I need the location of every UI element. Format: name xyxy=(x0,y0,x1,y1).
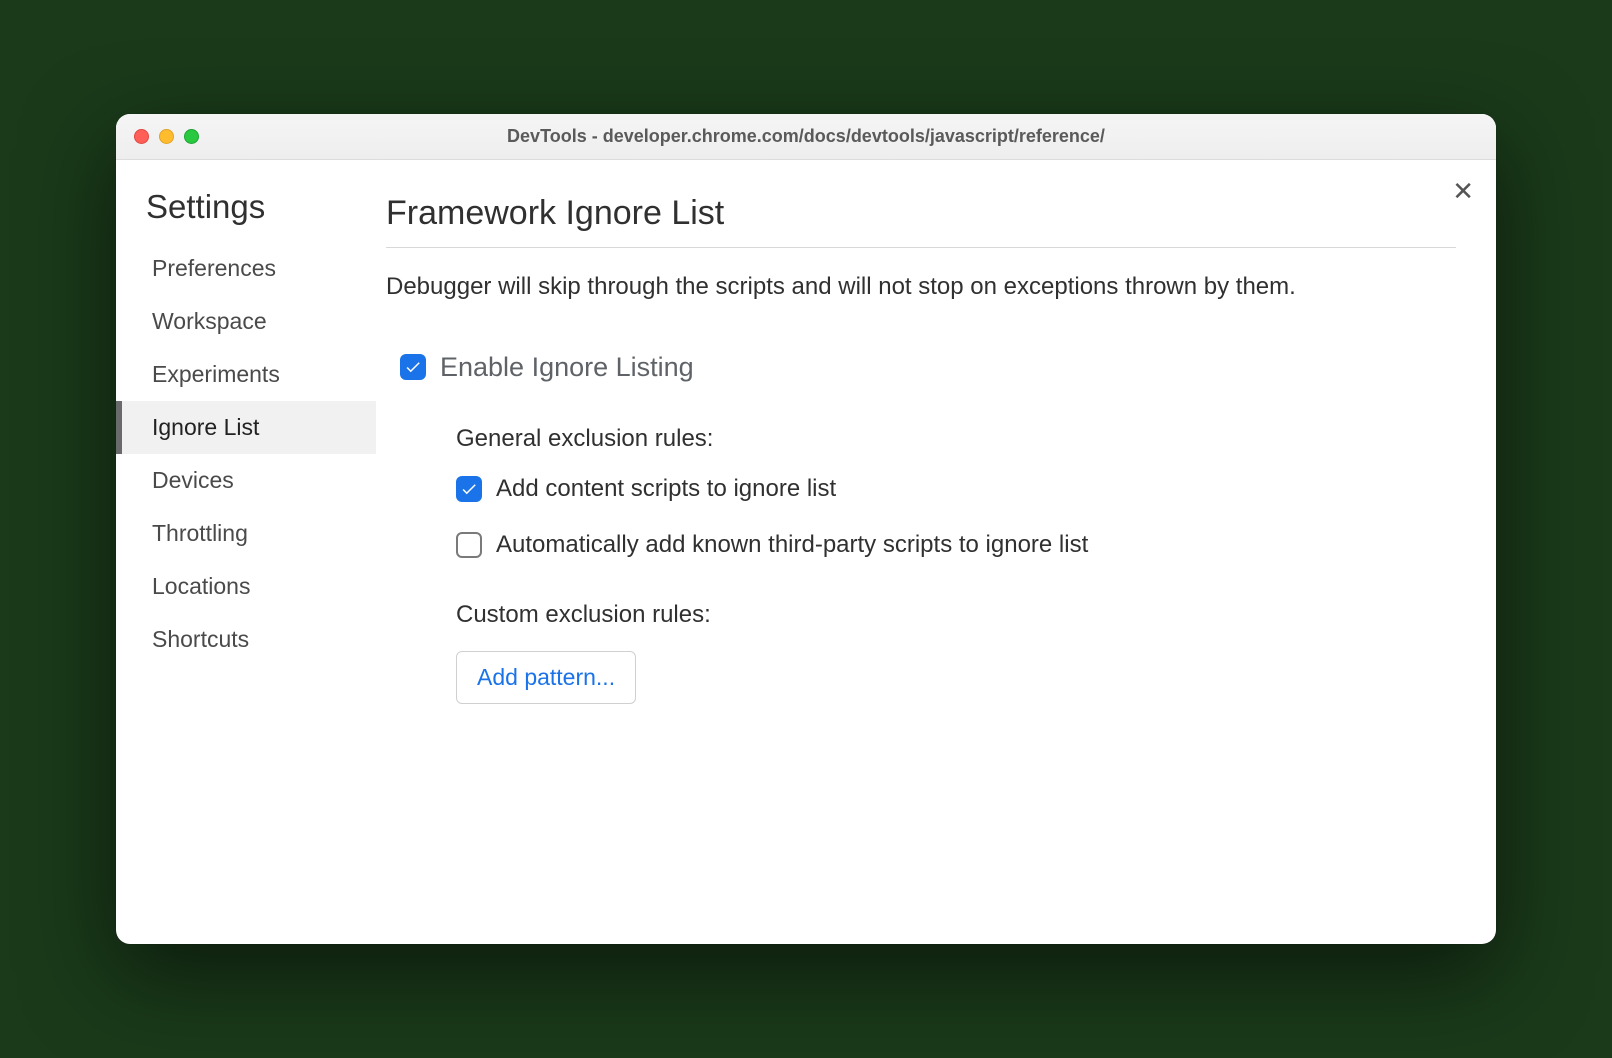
sidebar-item-throttling[interactable]: Throttling xyxy=(116,507,376,560)
sidebar-item-locations[interactable]: Locations xyxy=(116,560,376,613)
sidebar-item-preferences[interactable]: Preferences xyxy=(116,242,376,295)
sidebar-item-devices[interactable]: Devices xyxy=(116,454,376,507)
close-icon[interactable]: ✕ xyxy=(1452,178,1474,204)
sidebar-item-ignore-list[interactable]: Ignore List xyxy=(116,401,376,454)
enable-ignore-listing-row: Enable Ignore Listing xyxy=(386,352,1456,383)
sidebar-item-experiments[interactable]: Experiments xyxy=(116,348,376,401)
check-icon xyxy=(460,480,478,498)
titlebar: DevTools - developer.chrome.com/docs/dev… xyxy=(116,114,1496,160)
rule-third-party-row: Automatically add known third-party scri… xyxy=(456,531,1456,559)
custom-exclusion-title: Custom exclusion rules: xyxy=(456,601,1456,629)
enable-ignore-listing-checkbox[interactable] xyxy=(400,354,426,380)
rule-third-party-checkbox[interactable] xyxy=(456,532,482,558)
content-area: Settings Preferences Workspace Experimen… xyxy=(116,160,1496,944)
general-exclusion-section: General exclusion rules: Add content scr… xyxy=(386,425,1456,559)
page-title: Framework Ignore List xyxy=(386,194,1456,248)
settings-heading: Settings xyxy=(116,188,376,242)
general-exclusion-title: General exclusion rules: xyxy=(456,425,1456,453)
add-pattern-button[interactable]: Add pattern... xyxy=(456,651,636,704)
sidebar-item-shortcuts[interactable]: Shortcuts xyxy=(116,613,376,666)
rule-third-party-label: Automatically add known third-party scri… xyxy=(496,531,1088,559)
custom-exclusion-section: Custom exclusion rules: Add pattern... xyxy=(386,601,1456,704)
check-icon xyxy=(404,358,422,376)
traffic-lights xyxy=(134,129,199,144)
rule-content-scripts-label: Add content scripts to ignore list xyxy=(496,475,836,503)
page-description: Debugger will skip through the scripts a… xyxy=(386,270,1456,304)
main-panel: ✕ Framework Ignore List Debugger will sk… xyxy=(376,160,1496,944)
rule-content-scripts-row: Add content scripts to ignore list xyxy=(456,475,1456,503)
devtools-window: DevTools - developer.chrome.com/docs/dev… xyxy=(116,114,1496,944)
rule-content-scripts-checkbox[interactable] xyxy=(456,476,482,502)
enable-ignore-listing-label: Enable Ignore Listing xyxy=(440,352,694,383)
settings-sidebar: Settings Preferences Workspace Experimen… xyxy=(116,160,376,944)
sidebar-item-workspace[interactable]: Workspace xyxy=(116,295,376,348)
window-minimize-button[interactable] xyxy=(159,129,174,144)
window-zoom-button[interactable] xyxy=(184,129,199,144)
window-close-button[interactable] xyxy=(134,129,149,144)
window-title: DevTools - developer.chrome.com/docs/dev… xyxy=(116,126,1496,147)
